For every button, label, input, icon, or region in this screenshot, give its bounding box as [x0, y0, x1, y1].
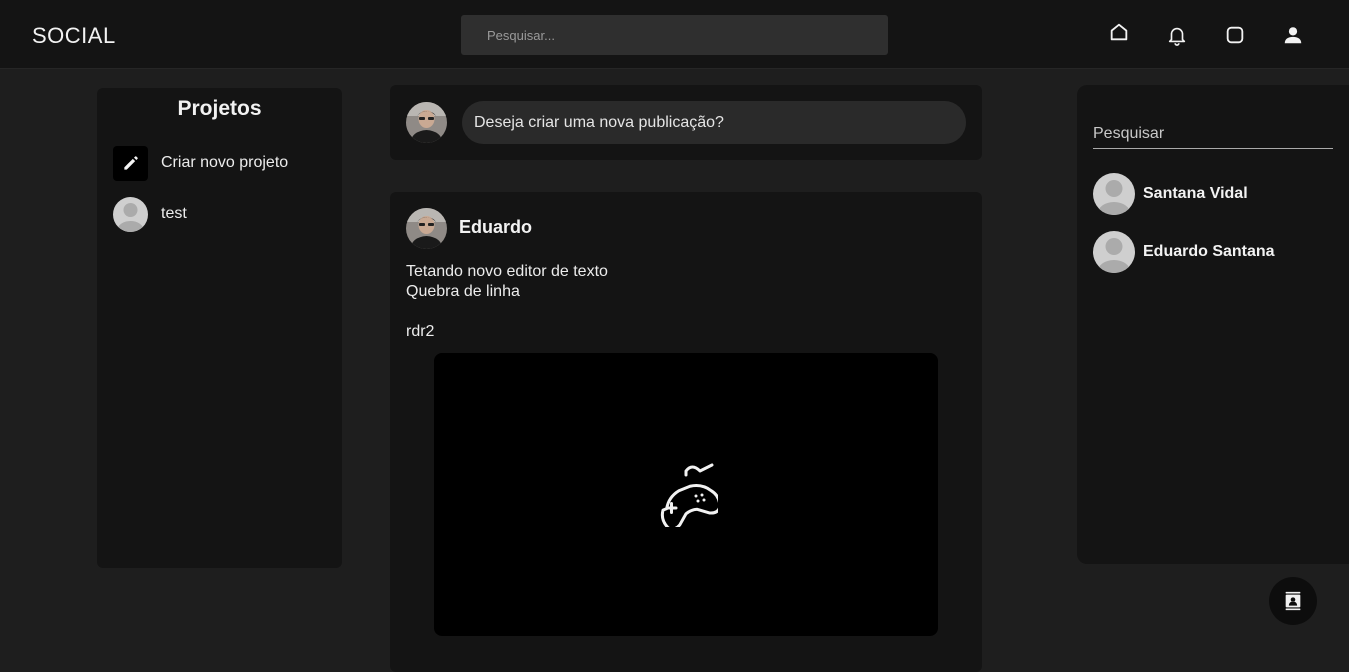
post-line: Quebra de linha: [406, 283, 520, 300]
project-label: test: [161, 205, 187, 222]
post-line: rdr2: [406, 323, 435, 340]
pencil-icon: [113, 145, 148, 181]
gamepad-icon: [660, 463, 718, 527]
contacts-button[interactable]: [1269, 577, 1317, 625]
user-name: Eduardo Santana: [1143, 243, 1275, 260]
messages-icon[interactable]: [1221, 21, 1249, 49]
bell-icon[interactable]: [1163, 21, 1191, 49]
avatar: [113, 196, 148, 232]
compose-box: Deseja criar uma nova publicação?: [390, 85, 982, 160]
new-post-input[interactable]: Deseja criar uma nova publicação?: [462, 101, 966, 144]
top-bar: SOCIAL: [0, 0, 1349, 69]
post-author[interactable]: Eduardo: [459, 217, 532, 238]
user-item-eduardo-santana[interactable]: Eduardo Santana: [1093, 231, 1343, 273]
post-line-blank: [406, 302, 608, 322]
contacts-icon: [1285, 591, 1301, 611]
user-name: Santana Vidal: [1143, 185, 1248, 202]
create-project-item[interactable]: Criar novo projeto: [113, 145, 333, 181]
user-item-santana-vidal[interactable]: Santana Vidal: [1093, 173, 1343, 215]
projects-panel: Projetos Criar novo projeto test: [97, 88, 342, 568]
avatar[interactable]: [406, 208, 447, 249]
post-card: Eduardo Tetando novo editor de texto Que…: [390, 192, 982, 672]
home-icon[interactable]: [1105, 18, 1133, 46]
profile-icon[interactable]: [1279, 21, 1307, 49]
post-media[interactable]: [434, 353, 938, 636]
create-project-label: Criar novo projeto: [161, 154, 289, 171]
search-input[interactable]: [461, 15, 888, 55]
avatar[interactable]: [406, 102, 447, 143]
people-panel: Santana Vidal Eduardo Santana: [1077, 85, 1349, 564]
people-search-input[interactable]: [1093, 120, 1333, 149]
post-body: Tetando novo editor de texto Quebra de l…: [406, 262, 608, 342]
avatar: [1093, 173, 1135, 215]
avatar: [1093, 231, 1135, 273]
post-line: Tetando novo editor de texto: [406, 263, 608, 280]
brand-logo[interactable]: SOCIAL: [32, 23, 116, 49]
project-item-test[interactable]: test: [113, 196, 333, 232]
projects-title: Projetos: [177, 97, 262, 120]
